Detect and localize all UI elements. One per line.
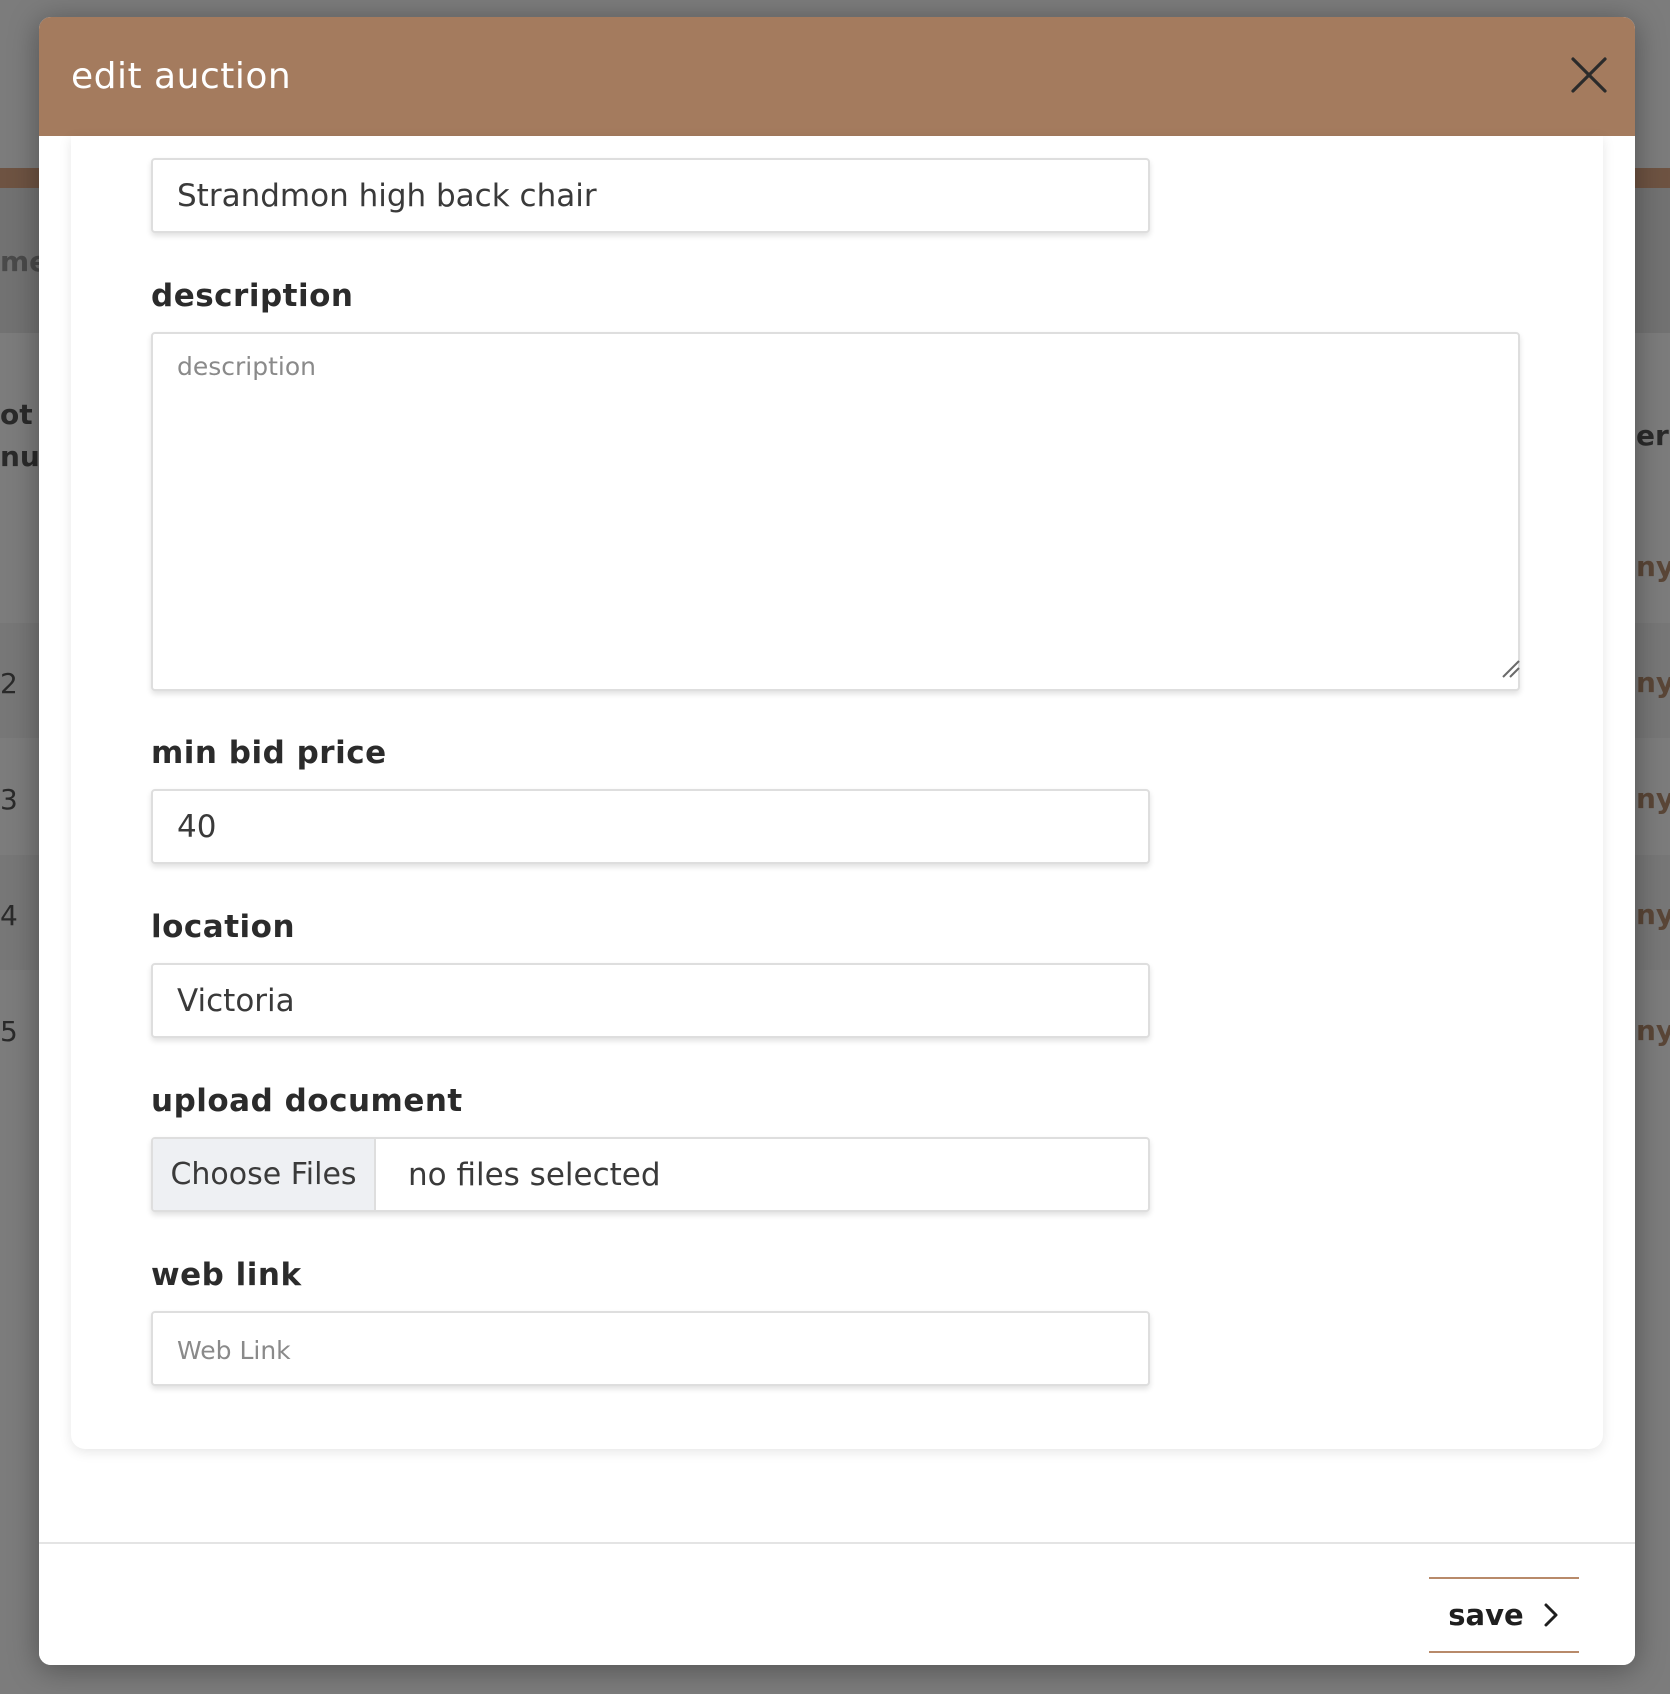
background-text: ot [0, 398, 33, 431]
file-status-text: no files selected [408, 1156, 661, 1193]
item-name-input[interactable] [151, 158, 1150, 233]
background-text: 4 [0, 899, 18, 932]
upload-document-label: upload document [151, 1083, 463, 1119]
background-text: 5 [0, 1015, 18, 1048]
description-textarea[interactable] [151, 332, 1520, 691]
web-link-label: web link [151, 1257, 302, 1293]
modal-footer: save [39, 1542, 1635, 1665]
chevron-right-icon [1544, 1603, 1558, 1627]
min-bid-price-input[interactable] [151, 789, 1150, 864]
close-button[interactable] [1569, 55, 1609, 95]
edit-auction-modal: edit auction description min bid price [39, 17, 1635, 1665]
background-text: ny [1636, 782, 1670, 815]
location-label: location [151, 909, 296, 945]
location-input[interactable] [151, 963, 1150, 1038]
modal-title: edit auction [71, 56, 292, 97]
background-text: 3 [0, 783, 18, 816]
choose-files-button[interactable]: Choose Files [153, 1139, 376, 1210]
save-button[interactable]: save [1429, 1577, 1579, 1653]
background-text: ny [1636, 1014, 1670, 1047]
background-text: 2 [0, 667, 18, 700]
web-link-input[interactable] [151, 1311, 1150, 1386]
modal-header: edit auction [39, 17, 1635, 136]
modal-body[interactable]: description min bid price location uploa… [39, 136, 1635, 1542]
resize-handle-icon[interactable] [1499, 657, 1521, 679]
background-text: ny [1636, 666, 1670, 699]
save-button-label: save [1448, 1598, 1524, 1632]
background-text: ny [1636, 898, 1670, 931]
upload-document-input[interactable]: Choose Files no files selected [151, 1137, 1150, 1212]
background-text: ny [1636, 550, 1670, 583]
min-bid-price-label: min bid price [151, 735, 387, 771]
auction-form: description min bid price location uploa… [71, 136, 1603, 1449]
description-label: description [151, 278, 354, 314]
close-icon [1571, 57, 1607, 93]
background-text: er [1636, 419, 1669, 452]
